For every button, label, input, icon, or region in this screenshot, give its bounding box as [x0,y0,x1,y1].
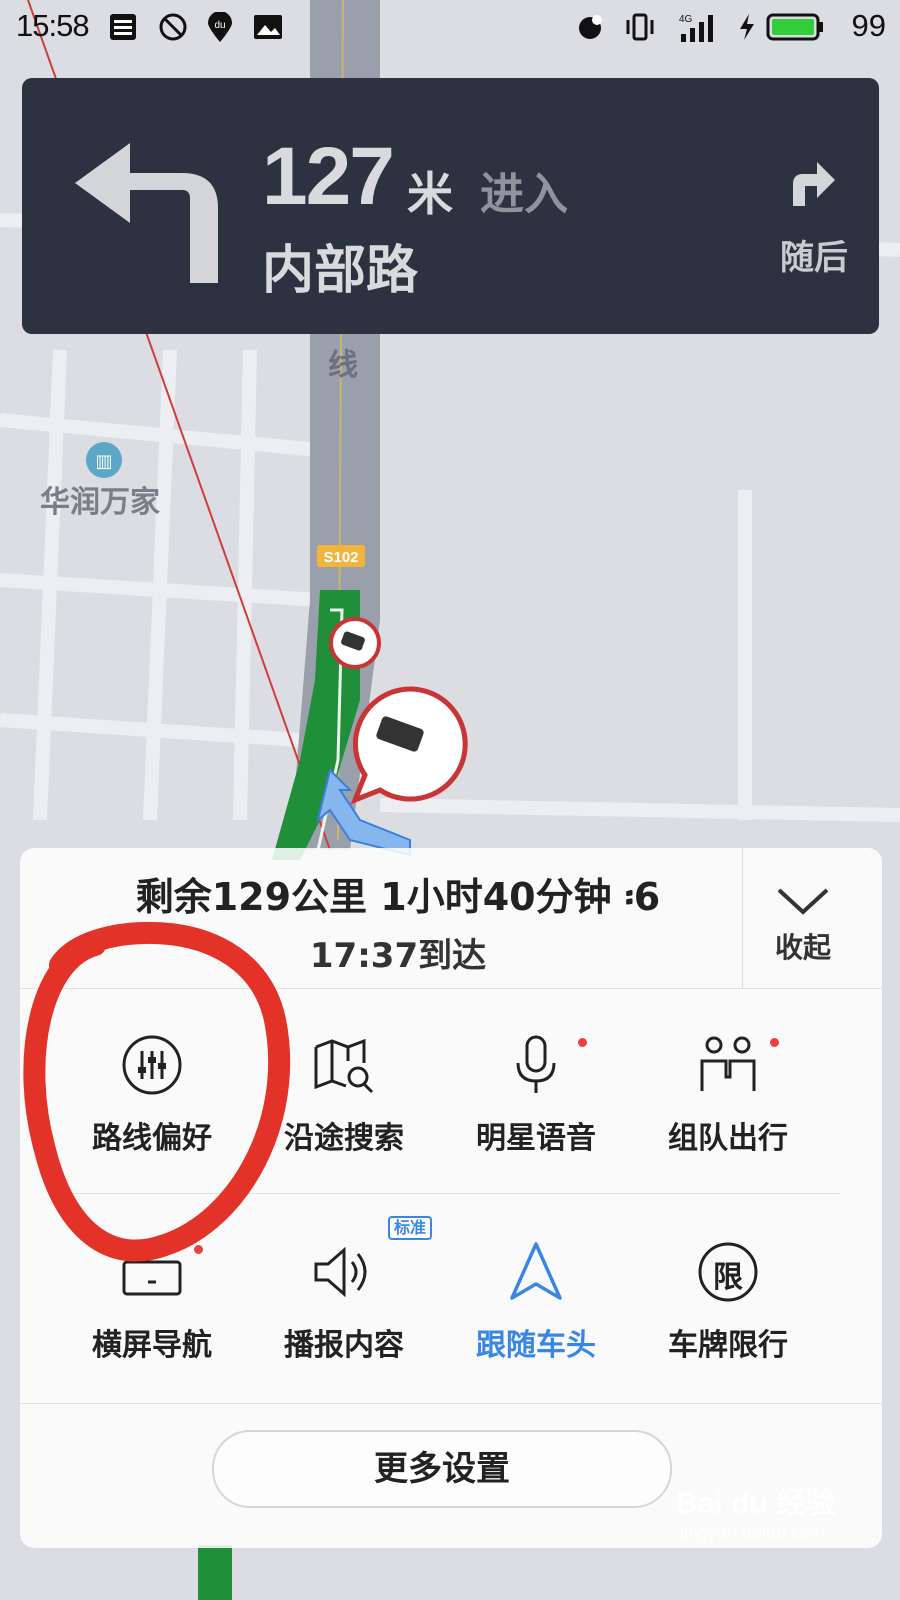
team-trip-button[interactable]: 组队出行 [633,1033,823,1203]
divider [20,1403,882,1404]
landscape-navigation-button[interactable]: 横屏导航 [57,1240,247,1410]
do-not-disturb-icon [159,13,187,41]
star-voice-button[interactable]: 明星语音 [441,1033,631,1203]
collapse-label: 收起 [775,931,832,964]
divider [60,1193,840,1194]
turn-distance: 127 [262,131,395,222]
svg-text:4G: 4G [679,14,693,25]
star-voice-label: 明星语音 [476,1121,596,1156]
speaker-icon [314,1246,367,1298]
svg-text:线: 线 [328,348,358,383]
restriction-glyph: 限 [713,1260,743,1295]
poi-label: 华润万家 [40,485,160,520]
turn-instruction-card[interactable]: 127 米 进入 内部路 随后 [22,78,879,334]
navigation-settings-panel: 剩余129公里 1小时40分钟 ፡6 17:37到达 收起 路线偏好 沿途搜索 … [20,848,882,1548]
svg-text:▥: ▥ [95,451,112,472]
team-icon [700,1036,756,1091]
battery-percent: 99 [851,8,886,43]
watermark-url: jingyan.baidu.com [680,1522,826,1542]
route-preference-button[interactable]: 路线偏好 [57,1033,247,1203]
turn-left-arrow-icon [75,143,218,283]
chevron-down-icon [777,888,829,915]
news-icon [110,14,136,40]
plate-restriction-button[interactable]: 限 车牌限行 [633,1240,823,1410]
along-route-search-button[interactable]: 沿途搜索 [249,1033,439,1203]
map-search-icon [314,1038,374,1094]
follow-heading-button[interactable]: 跟随车头 [441,1240,631,1410]
remaining-distance-time: 剩余129公里 1小时40分钟 ፡6 [135,875,661,919]
enter-text: 进入 [480,169,568,220]
navigation-arrow-icon [510,1242,562,1300]
vibrate-icon [626,13,654,41]
new-indicator-dot [770,1038,779,1047]
new-indicator-dot [578,1038,587,1047]
next-road-name: 内部路 [262,241,419,301]
divider [20,988,882,989]
broadcast-content-button[interactable]: 播报内容 [249,1240,439,1410]
standard-badge: 标准 [388,1216,432,1240]
turn-right-arrow-icon [793,162,835,206]
route-sign: S102 [323,549,358,566]
location-pin-icon: du [208,12,232,42]
status-bar: 15:58 du 4G 99 [0,0,900,58]
distance-unit: 米 [407,167,453,221]
arrival-time: 17:37到达 [309,936,487,976]
more-settings-button[interactable]: 更多设置 [212,1430,672,1508]
status-time: 15:58 [16,8,90,43]
plate-restriction-label: 车牌限行 [668,1328,788,1363]
watermark: Bai du 经验 [676,1487,837,1520]
signal-4g-icon: 4G [679,14,713,42]
landscape-navigation-label: 横屏导航 [92,1328,212,1363]
collapse-button[interactable]: 收起 [742,848,883,988]
sync-icon [579,15,602,39]
team-trip-label: 组队出行 [668,1121,788,1156]
sliders-icon [122,1035,182,1095]
image-icon [254,15,282,39]
follow-heading-label: 跟随车头 [476,1328,596,1363]
broadcast-content-label: 播报内容 [284,1328,404,1363]
then-label: 随后 [780,238,848,278]
route-preference-label: 路线偏好 [92,1121,212,1156]
battery-icon [766,13,823,41]
microphone-icon [516,1035,556,1093]
svg-text:du: du [214,20,225,31]
along-route-search-label: 沿途搜索 [284,1121,404,1156]
charging-icon [740,14,754,40]
new-indicator-dot [194,1245,203,1254]
landscape-screen-icon [122,1244,182,1296]
